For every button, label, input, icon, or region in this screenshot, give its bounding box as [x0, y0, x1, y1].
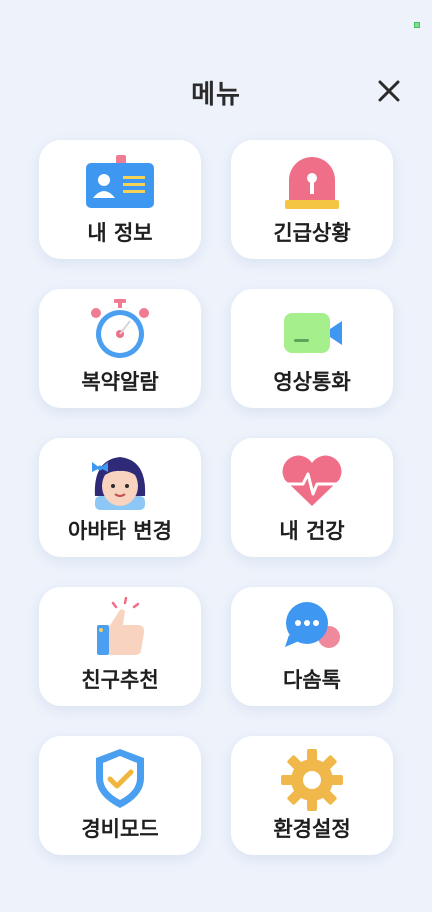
menu-item-label: 내 정보 [87, 221, 153, 245]
menu-item-settings[interactable]: 환경설정 [231, 736, 393, 855]
video-camera-icon [277, 299, 347, 365]
page-title: 메뉴 [191, 80, 241, 110]
avatar-icon [85, 448, 155, 514]
menu-item-label: 친구추천 [81, 668, 159, 692]
menu-item-label: 다솜톡 [283, 668, 341, 692]
menu-item-label: 영상통화 [273, 370, 351, 394]
thumbs-up-icon [85, 597, 155, 663]
menu-item-label: 내 건강 [279, 519, 345, 543]
shield-check-icon [85, 746, 155, 812]
menu-item-label: 긴급상황 [273, 221, 351, 245]
id-card-icon [85, 150, 155, 216]
siren-icon [277, 150, 347, 216]
close-icon [378, 80, 400, 102]
gear-icon [277, 746, 347, 812]
menu-item-label: 환경설정 [273, 817, 351, 841]
menu-item-medication-alarm[interactable]: 복약알람 [39, 289, 201, 408]
menu-item-label: 아바타 변경 [68, 519, 172, 543]
status-indicator [414, 22, 420, 28]
menu-item-video-call[interactable]: 영상통화 [231, 289, 393, 408]
header: 메뉴 [0, 70, 432, 114]
menu-item-label: 경비모드 [81, 817, 159, 841]
close-button[interactable] [372, 74, 406, 108]
heartbeat-icon [277, 448, 347, 514]
menu-item-dasom-talk[interactable]: 다솜톡 [231, 587, 393, 706]
menu-item-my-health[interactable]: 내 건강 [231, 438, 393, 557]
menu-item-recommend-friend[interactable]: 친구추천 [39, 587, 201, 706]
menu-item-security-mode[interactable]: 경비모드 [39, 736, 201, 855]
menu-item-my-info[interactable]: 내 정보 [39, 140, 201, 259]
menu-item-label: 복약알람 [81, 370, 159, 394]
menu-item-emergency[interactable]: 긴급상황 [231, 140, 393, 259]
chat-bubble-icon [277, 597, 347, 663]
menu-item-change-avatar[interactable]: 아바타 변경 [39, 438, 201, 557]
stopwatch-icon [85, 299, 155, 365]
menu-grid: 내 정보 긴급상황 복약알람 영상통화 아바타 변경 내 건강 친구추천 다솜톡… [39, 140, 393, 855]
